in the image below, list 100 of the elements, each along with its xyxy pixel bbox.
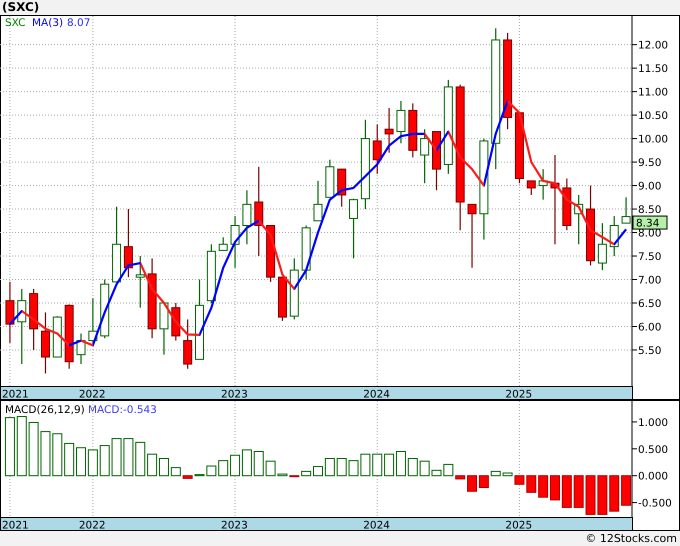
macd-bar <box>4 417 15 476</box>
candlestick <box>206 244 216 303</box>
macd-bar <box>301 470 312 476</box>
macd-bar <box>182 475 193 479</box>
axis-label: 11.50 <box>638 63 668 76</box>
axis-label: 5.50 <box>638 344 662 357</box>
axis-label: 7.00 <box>638 274 662 287</box>
macd-bar <box>478 475 489 488</box>
macd-bar <box>52 433 62 476</box>
candlestick <box>124 209 133 278</box>
axis-label: 9.00 <box>638 180 662 193</box>
candlestick <box>171 303 180 341</box>
candlestick <box>349 198 358 258</box>
macd-bar <box>170 467 181 476</box>
axis-label: 10.50 <box>638 110 668 122</box>
macd-bar <box>100 445 110 476</box>
macd-bar <box>88 449 98 476</box>
candlestick <box>40 312 50 374</box>
axis-label: 2025 <box>505 388 532 400</box>
axis-label: 9.50 <box>638 157 662 170</box>
macd-bar <box>348 460 359 476</box>
candlestick <box>468 204 477 268</box>
candlestick <box>514 112 524 184</box>
candlestick <box>159 302 168 355</box>
candlestick <box>610 216 619 256</box>
indicator-label: MACD(26,12,9) <box>5 404 85 416</box>
candlestick <box>278 276 287 321</box>
candlestick <box>526 180 536 195</box>
candlestick <box>302 226 311 280</box>
macd-bar <box>597 475 608 515</box>
candlestick <box>432 131 441 190</box>
axis-label: 2023 <box>221 388 248 400</box>
macd-bar <box>324 458 335 476</box>
candlestick <box>562 178 572 230</box>
macd-bar <box>455 475 466 480</box>
candlestick <box>314 180 322 222</box>
macd-bar <box>28 422 39 476</box>
macd-bar <box>313 466 323 476</box>
macd-bar <box>194 474 204 476</box>
macd-bar <box>158 458 169 476</box>
candlestick <box>29 288 38 350</box>
macd-bar <box>135 442 146 476</box>
macd-bar <box>586 475 596 515</box>
macd-bar <box>408 458 418 476</box>
macd-bar <box>289 475 300 478</box>
axis-label: 12.00 <box>638 40 668 52</box>
macd-bar <box>76 447 86 476</box>
macd-bar <box>336 458 347 476</box>
macd-bar <box>396 451 406 476</box>
axis-label: 2023 <box>221 520 248 531</box>
candlestick <box>538 169 548 200</box>
macd-bar <box>360 454 370 476</box>
macd-bar <box>574 475 584 508</box>
macd-bar <box>550 475 560 500</box>
axis-label: 10.00 <box>638 134 668 146</box>
macd-bar <box>443 464 454 476</box>
macd-bar <box>112 438 122 476</box>
candlestick <box>622 197 631 224</box>
candlestick <box>100 280 110 338</box>
axis-label: 2024 <box>363 520 390 531</box>
macd-bar <box>372 454 382 476</box>
macd-bar <box>609 475 620 512</box>
candlestick <box>230 216 240 268</box>
axis-label: 11.00 <box>638 86 668 99</box>
macd-bar <box>538 475 548 498</box>
axis-label: 1.000 <box>638 416 668 429</box>
macd-bar <box>147 454 158 476</box>
macd-bar <box>621 475 632 506</box>
candlestick <box>290 258 299 320</box>
axis-label: 0.000 <box>638 470 668 483</box>
candlestick <box>88 298 98 346</box>
macd-bar <box>490 470 501 476</box>
macd-bar <box>562 475 572 508</box>
candlestick <box>242 190 252 244</box>
indicator-value: MACD:-0.543 <box>88 404 157 416</box>
axis-label: 2022 <box>78 388 106 400</box>
last-price-tag: 8.34 <box>632 216 668 230</box>
macd-bar <box>40 431 50 476</box>
macd-bar <box>384 454 394 476</box>
candlestick <box>183 319 192 369</box>
candlestick <box>5 282 14 343</box>
candlestick <box>384 108 394 153</box>
candlestick <box>76 334 86 364</box>
macd-bar <box>420 460 430 476</box>
indicator-label: MA(3) <box>32 17 64 29</box>
copyright-text: © 12Stocks.com <box>585 532 677 546</box>
macd-bar <box>16 416 27 476</box>
macd-bar <box>218 460 228 476</box>
candlestick <box>218 237 228 251</box>
macd-bar <box>467 475 478 492</box>
axis-label: 6.50 <box>638 298 662 310</box>
candlestick <box>64 304 74 369</box>
axis-label: 2025 <box>505 520 532 531</box>
axis-label: 2021 <box>2 388 29 400</box>
candlestick <box>52 316 62 358</box>
candlestick <box>372 124 382 174</box>
indicator-value: 8.07 <box>67 17 90 29</box>
candlestick <box>337 168 346 207</box>
axis-label: 6.00 <box>638 321 662 334</box>
macd-bar <box>526 475 536 493</box>
